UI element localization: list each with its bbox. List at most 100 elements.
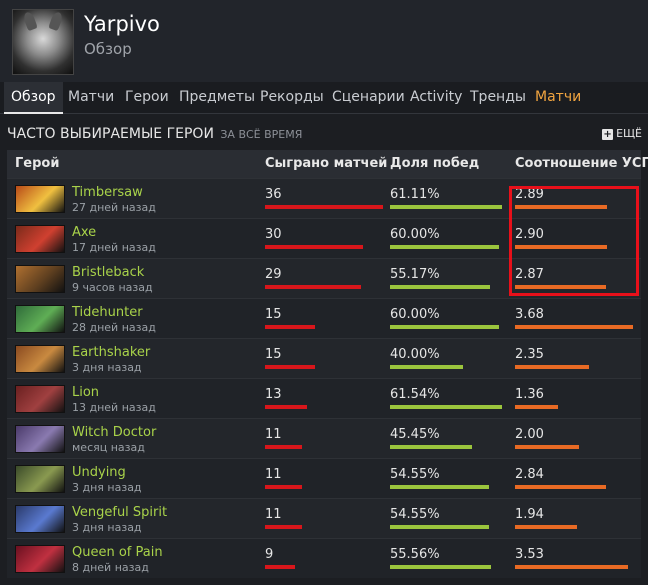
kda-value: 2.87 (515, 267, 544, 282)
tab-overview[interactable]: Обзор (4, 82, 63, 114)
plus-icon: + (602, 129, 614, 140)
kda-value: 2.00 (515, 427, 544, 442)
winrate-value: 60.00% (390, 307, 440, 322)
kda-bar (515, 365, 589, 369)
winrate-bar (390, 325, 499, 329)
tab-records[interactable]: Рекорды (260, 82, 324, 114)
hero-name-link[interactable]: Bristleback (72, 265, 144, 280)
hero-name-link[interactable]: Tidehunter (72, 305, 143, 320)
matches-bar (265, 565, 295, 569)
tab-scenarios[interactable]: Сценарии (332, 82, 405, 114)
table-row[interactable]: Vengeful Spirit 3 дня назад 11 54.55% 1.94 (7, 498, 641, 538)
kda-value: 1.36 (515, 387, 544, 402)
kda-bar (515, 245, 607, 249)
table-row[interactable]: Axe 17 дней назад 30 60.00% 2.90 (7, 218, 641, 258)
hero-last-played: 3 дня назад (72, 361, 142, 374)
winrate-bar (390, 285, 490, 289)
more-button-label: ЕЩЁ (616, 127, 642, 140)
hero-last-played: 17 дней назад (72, 241, 156, 254)
tab-activity[interactable]: Activity (410, 82, 462, 114)
hero-portrait-icon[interactable] (15, 545, 65, 573)
matches-bar (265, 245, 363, 249)
winrate-bar (390, 365, 463, 369)
hero-name-link[interactable]: Earthshaker (72, 345, 150, 360)
hero-portrait-icon[interactable] (15, 345, 65, 373)
hero-name-link[interactable]: Timbersaw (72, 185, 143, 200)
hero-last-played: 8 дней назад (72, 561, 149, 574)
more-button[interactable]: + ЕЩЁ (602, 127, 642, 140)
matches-value: 36 (265, 187, 282, 202)
profile-header: Yarpivo Обзор (0, 0, 648, 82)
tab-items[interactable]: Предметы (179, 82, 255, 114)
hero-name-link[interactable]: Queen of Pain (72, 545, 163, 560)
col-kda[interactable]: Соотношение УСП (515, 150, 648, 178)
winrate-value: 54.55% (390, 467, 440, 482)
hero-name-link[interactable]: Vengeful Spirit (72, 505, 167, 520)
hero-name-link[interactable]: Undying (72, 465, 126, 480)
matches-bar (265, 285, 361, 289)
page-subtitle: Обзор (84, 40, 132, 58)
matches-bar (265, 405, 307, 409)
kda-value: 3.68 (515, 307, 544, 322)
col-winrate[interactable]: Доля побед (390, 150, 479, 178)
matches-value: 15 (265, 347, 282, 362)
hero-last-played: месяц назад (72, 441, 145, 454)
winrate-bar (390, 565, 491, 569)
table-row[interactable]: Timbersaw 27 дней назад 36 61.11% 2.89 (7, 178, 641, 218)
winrate-bar (390, 525, 489, 529)
matches-bar (265, 485, 302, 489)
matches-bar (265, 445, 302, 449)
col-matches[interactable]: Сыграно матчей (265, 150, 387, 178)
tab-heroes[interactable]: Герои (125, 82, 169, 114)
hero-portrait-icon[interactable] (15, 425, 65, 453)
winrate-bar (390, 205, 502, 209)
hero-portrait-icon[interactable] (15, 225, 65, 253)
section-title-text: ЧАСТО ВЫБИРАЕМЫЕ ГЕРОИ (7, 126, 214, 142)
hero-portrait-icon[interactable] (15, 465, 65, 493)
table-row[interactable]: Undying 3 дня назад 11 54.55% 2.84 (7, 458, 641, 498)
player-name[interactable]: Yarpivo (84, 12, 160, 36)
table-row[interactable]: Queen of Pain 8 дней назад 9 55.56% 3.53 (7, 538, 641, 578)
winrate-value: 55.17% (390, 267, 440, 282)
table-row[interactable]: Tidehunter 28 дней назад 15 60.00% 3.68 (7, 298, 641, 338)
hero-portrait-icon[interactable] (15, 185, 65, 213)
table-header: Герой Сыграно матчей Доля побед Соотноше… (7, 150, 648, 178)
kda-value: 2.90 (515, 227, 544, 242)
kda-bar (515, 525, 577, 529)
hero-portrait-icon[interactable] (15, 265, 65, 293)
hero-name-link[interactable]: Axe (72, 225, 96, 240)
table-row[interactable]: Bristleback 9 часов назад 29 55.17% 2.87 (7, 258, 641, 298)
tab-trends[interactable]: Тренды (470, 82, 526, 114)
table-row[interactable]: Lion 13 дней назад 13 61.54% 1.36 (7, 378, 641, 418)
winrate-value: 45.45% (390, 427, 440, 442)
winrate-bar (390, 445, 472, 449)
kda-value: 2.35 (515, 347, 544, 362)
kda-value: 1.94 (515, 507, 544, 522)
winrate-value: 40.00% (390, 347, 440, 362)
winrate-bar (390, 405, 502, 409)
table-row[interactable]: Witch Doctor месяц назад 11 45.45% 2.00 (7, 418, 641, 458)
kda-bar (515, 445, 579, 449)
matches-bar (265, 205, 383, 209)
winrate-value: 61.11% (390, 187, 440, 202)
hero-last-played: 3 дня назад (72, 481, 142, 494)
tab-matches-highlight[interactable]: Матчи (535, 82, 581, 114)
hero-portrait-icon[interactable] (15, 305, 65, 333)
matches-bar (265, 525, 302, 529)
table-row[interactable]: Earthshaker 3 дня назад 15 40.00% 2.35 (7, 338, 641, 378)
player-avatar[interactable] (12, 9, 74, 75)
matches-bar (265, 325, 315, 329)
matches-bar (265, 365, 315, 369)
kda-bar (515, 405, 558, 409)
hero-portrait-icon[interactable] (15, 505, 65, 533)
matches-value: 30 (265, 227, 282, 242)
col-hero[interactable]: Герой (15, 150, 59, 178)
kda-value: 2.84 (515, 467, 544, 482)
tab-matches[interactable]: Матчи (68, 82, 114, 114)
hero-name-link[interactable]: Witch Doctor (72, 425, 156, 440)
hero-name-link[interactable]: Lion (72, 385, 99, 400)
hero-portrait-icon[interactable] (15, 385, 65, 413)
matches-value: 11 (265, 507, 282, 522)
winrate-value: 60.00% (390, 227, 440, 242)
hero-last-played: 13 дней назад (72, 401, 156, 414)
